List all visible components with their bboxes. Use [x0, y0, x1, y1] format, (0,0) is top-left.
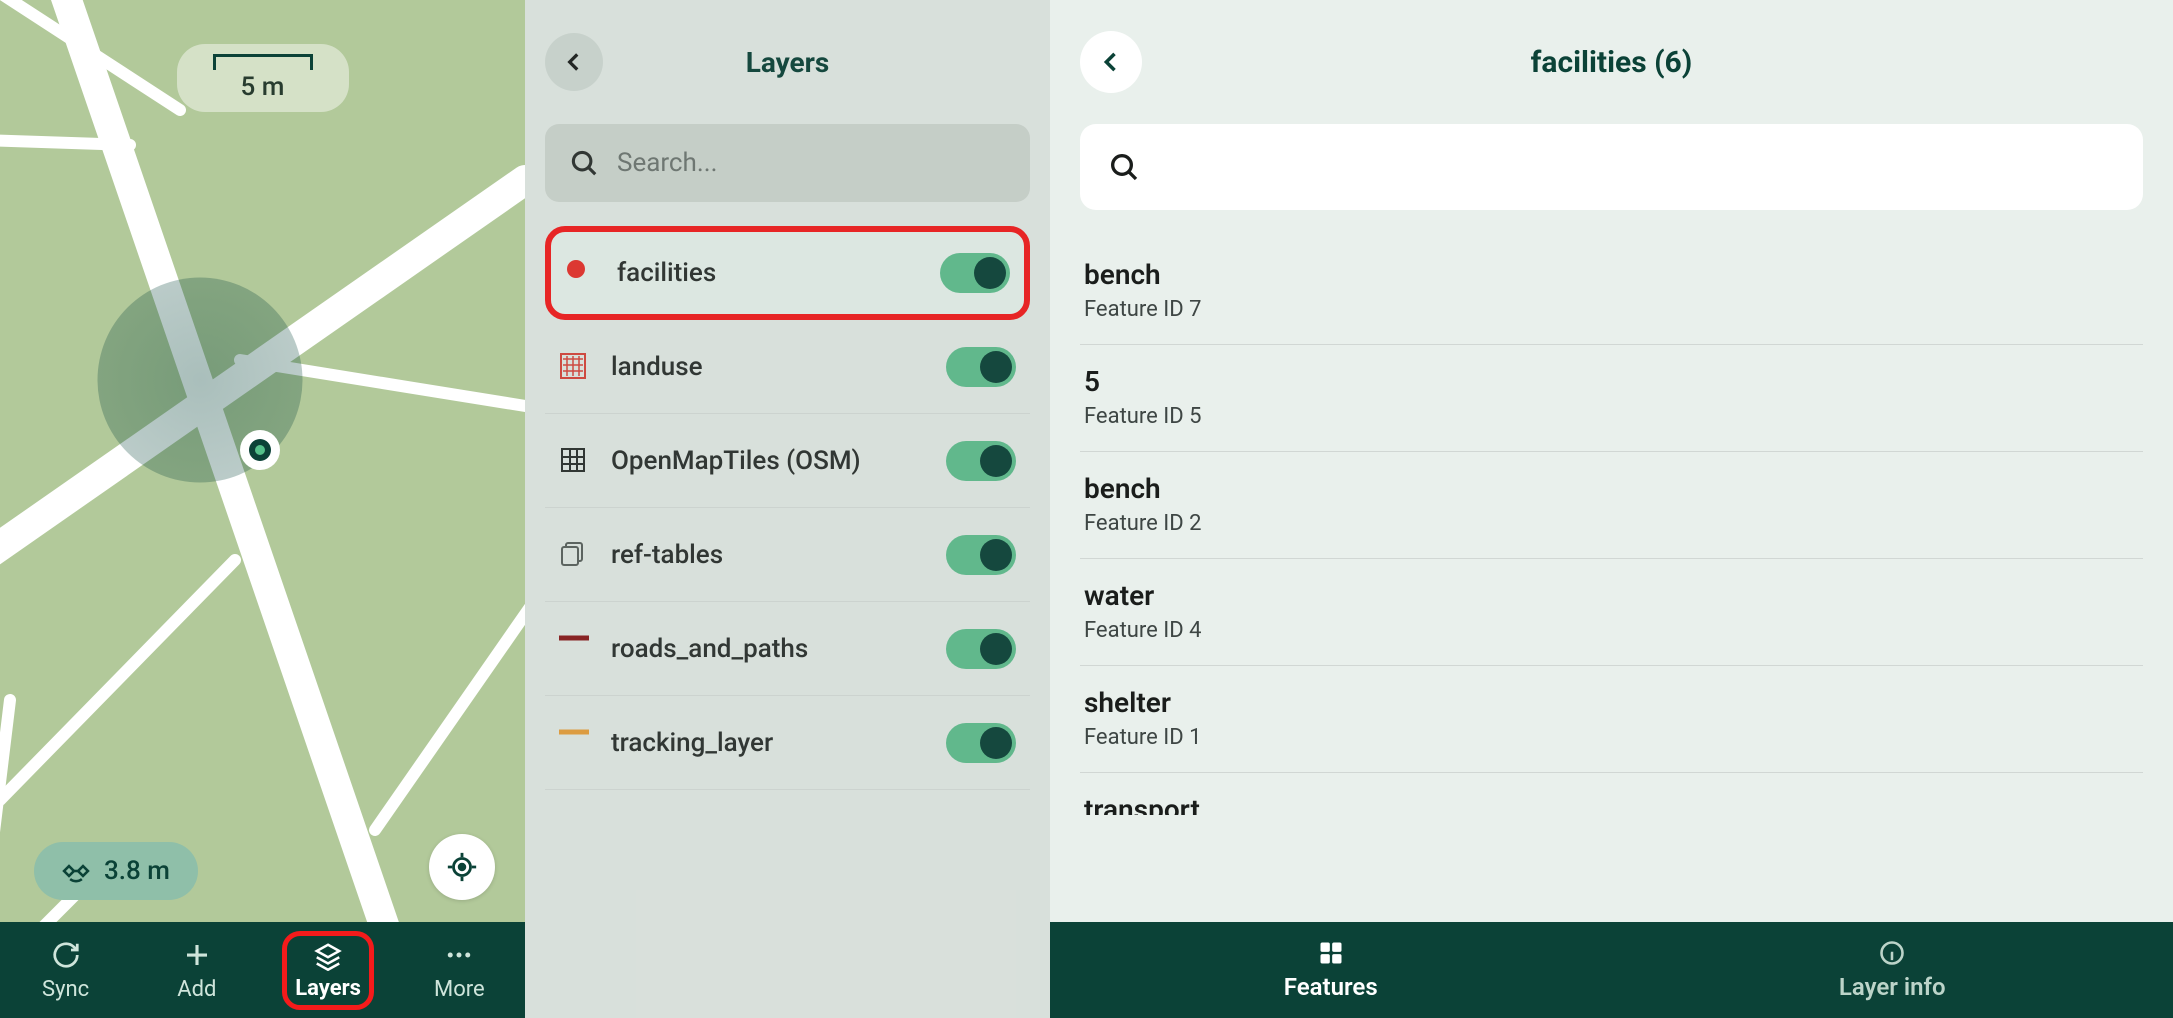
tab-add[interactable]: Add — [131, 922, 262, 1018]
layers-title: Layers — [525, 46, 1050, 79]
feature-row[interactable]: bench Feature ID 7 — [1080, 238, 2143, 345]
tab-more[interactable]: More — [394, 922, 525, 1018]
info-icon — [1878, 939, 1906, 967]
sync-icon — [50, 939, 82, 971]
layer-name: facilities — [617, 258, 918, 288]
layers-back-button[interactable] — [545, 33, 603, 91]
layers-panel: Layers facilities landuse OpenMapTiles (OS… — [525, 0, 1050, 1018]
map-scale-label: 5 m — [213, 72, 313, 102]
tab-features[interactable]: Features — [1050, 922, 1612, 1018]
features-title: facilities (6) — [1050, 45, 2173, 80]
features-search[interactable] — [1080, 124, 2143, 210]
feature-subtitle: Feature ID 2 — [1084, 511, 2139, 536]
search-icon — [1108, 151, 1140, 183]
layers-list: facilities landuse OpenMapTiles (OSM) ref-t… — [525, 226, 1050, 790]
feature-row[interactable]: shelter Feature ID 1 — [1080, 666, 2143, 773]
grid-icon — [1317, 939, 1345, 967]
layer-name: landuse — [611, 352, 924, 382]
feature-row[interactable]: water Feature ID 4 — [1080, 559, 2143, 666]
layer-row-ref-tables[interactable]: ref-tables — [545, 508, 1030, 602]
feature-row[interactable]: 5 Feature ID 5 — [1080, 345, 2143, 452]
tab-features-label: Features — [1284, 973, 1378, 1001]
features-list: bench Feature ID 7 5 Feature ID 5 bench Featu… — [1080, 238, 2143, 815]
feature-title: water — [1084, 579, 2139, 612]
layer-toggle[interactable] — [946, 535, 1016, 575]
map-tab-bar: Sync Add Layers More — [0, 922, 525, 1018]
line-orange-icon — [559, 728, 589, 758]
more-icon — [443, 939, 475, 971]
features-tab-bar: Features Layer info — [1050, 922, 2173, 1018]
tab-sync-label: Sync — [42, 977, 89, 1002]
tab-layers[interactable]: Layers — [263, 922, 394, 1018]
layer-toggle[interactable] — [940, 253, 1010, 293]
gps-distance-label: 3.8 m — [104, 856, 170, 886]
features-search-input[interactable] — [1160, 151, 2115, 184]
layers-icon — [312, 940, 344, 972]
feature-subtitle: Feature ID 5 — [1084, 404, 2139, 429]
layer-name: ref-tables — [611, 540, 924, 570]
layer-row-facilities[interactable]: facilities — [545, 226, 1030, 320]
features-header: facilities (6) — [1050, 0, 2173, 124]
recenter-button[interactable] — [429, 834, 495, 900]
layer-name: OpenMapTiles (OSM) — [611, 446, 924, 476]
gps-location-dot — [240, 430, 280, 470]
layer-toggle[interactable] — [946, 629, 1016, 669]
feature-subtitle: Feature ID 4 — [1084, 618, 2139, 643]
tables-icon — [559, 540, 589, 570]
chevron-left-icon — [561, 49, 587, 75]
layers-header: Layers — [525, 0, 1050, 124]
layer-row-landuse[interactable]: landuse — [545, 320, 1030, 414]
tab-add-label: Add — [177, 977, 216, 1002]
layer-name: tracking_layer — [611, 728, 924, 758]
chevron-left-icon — [1097, 48, 1125, 76]
feature-subtitle: Feature ID 7 — [1084, 297, 2139, 322]
feature-title: shelter — [1084, 686, 2139, 719]
features-back-button[interactable] — [1080, 31, 1142, 93]
layer-toggle[interactable] — [946, 441, 1016, 481]
features-panel: facilities (6) bench Feature ID 7 5 Feature… — [1050, 0, 2173, 1018]
feature-title: bench — [1084, 258, 2139, 291]
line-darkred-icon — [559, 634, 589, 664]
satellite-icon — [62, 857, 90, 885]
tab-layer-info-label: Layer info — [1839, 973, 1946, 1001]
grid-icon — [559, 446, 589, 476]
layer-toggle[interactable] — [946, 723, 1016, 763]
layers-search[interactable] — [545, 124, 1030, 202]
hatch-red-icon — [559, 352, 589, 382]
feature-title: 5 — [1084, 365, 2139, 398]
feature-row[interactable]: bench Feature ID 2 — [1080, 452, 2143, 559]
feature-title: transport — [1084, 793, 2139, 815]
layer-name: roads_and_paths — [611, 634, 924, 664]
map-scale: 5 m — [177, 44, 349, 112]
feature-title: bench — [1084, 472, 2139, 505]
tab-layer-info[interactable]: Layer info — [1612, 922, 2173, 1018]
layer-row-tracking_layer[interactable]: tracking_layer — [545, 696, 1030, 790]
feature-subtitle: Feature ID 1 — [1084, 725, 2139, 750]
tab-layers-label: Layers — [295, 976, 361, 1001]
circle-red-icon — [565, 258, 595, 288]
gps-distance-pill[interactable]: 3.8 m — [34, 842, 198, 900]
layer-row-openmaptiles-osm-[interactable]: OpenMapTiles (OSM) — [545, 414, 1030, 508]
layer-toggle[interactable] — [946, 347, 1016, 387]
plus-icon — [181, 939, 213, 971]
map-panel: 5 m 3.8 m Sync — [0, 0, 525, 1018]
tab-sync[interactable]: Sync — [0, 922, 131, 1018]
search-icon — [569, 148, 599, 178]
feature-row[interactable]: transport — [1080, 773, 2143, 815]
tab-more-label: More — [434, 977, 485, 1002]
layer-row-roads_and_paths[interactable]: roads_and_paths — [545, 602, 1030, 696]
crosshair-icon — [445, 850, 479, 884]
layers-search-input[interactable] — [617, 148, 1006, 178]
